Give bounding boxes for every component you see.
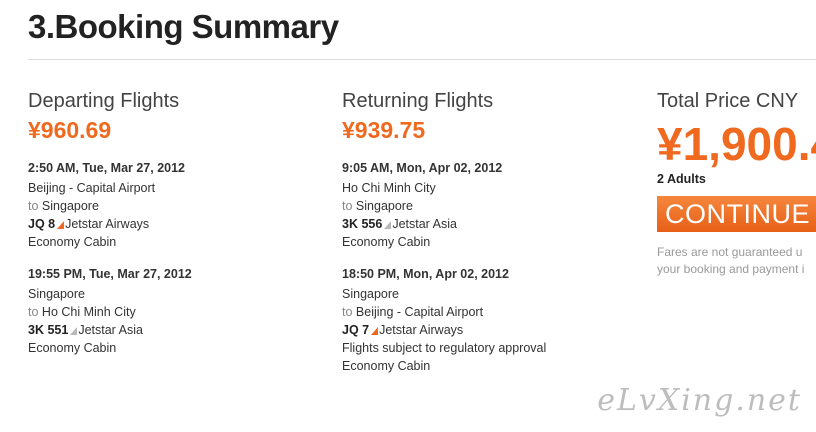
segment-flight-row: 3K 556 Jetstar Asia: [342, 215, 642, 233]
cabin-class: Economy Cabin: [342, 235, 431, 249]
divider: [28, 59, 816, 60]
segment-destination: Ho Chi Minh City: [41, 305, 136, 319]
departing-heading: Departing Flights: [28, 90, 180, 112]
segment-origin: Singapore: [342, 287, 399, 301]
continue-button[interactable]: CONTINUE: [657, 196, 816, 232]
regulatory-note: Flights subject to regulatory approval: [342, 341, 547, 355]
page-title: 3.Booking Summary: [28, 8, 339, 45]
segment-destination-row: to Singapore: [342, 197, 642, 215]
segment-flight-row: JQ 7 Jetstar Airways: [342, 321, 642, 339]
flight-segment: 18:50 PM, Mon, Apr 02, 2012 Singapore to…: [342, 265, 642, 375]
segment-flight-row: JQ 8 Jetstar Airways: [28, 215, 328, 233]
flight-number: 3K 551: [28, 323, 69, 337]
segment-datetime: 2:50 AM, Tue, Mar 27, 2012: [28, 161, 186, 175]
returning-price: ¥939.75: [342, 117, 426, 143]
watermark: eLvXing.net: [597, 383, 802, 418]
to-label: to: [342, 199, 353, 213]
total-price: ¥1,900.4: [657, 118, 816, 170]
to-label: to: [28, 199, 39, 213]
to-label: to: [28, 305, 39, 319]
jetstar-airways-logo-icon: [57, 220, 65, 229]
flight-segment: 9:05 AM, Mon, Apr 02, 2012 Ho Chi Minh C…: [342, 159, 642, 251]
segment-origin: Ho Chi Minh City: [342, 181, 436, 195]
cabin-class: Economy Cabin: [28, 341, 117, 355]
passenger-count: 2 Adults: [657, 172, 706, 186]
cabin-class: Economy Cabin: [342, 359, 431, 373]
airline-name: Jetstar Airways: [379, 323, 464, 337]
flight-number: JQ 7: [342, 323, 370, 337]
segment-origin: Beijing - Capital Airport: [28, 181, 156, 195]
fares-disclaimer-line: Fares are not guaranteed u: [657, 245, 803, 259]
total-price-column: Total Price CNY ¥1,900.4 2 Adults CONTIN…: [657, 88, 816, 278]
flight-segment: 2:50 AM, Tue, Mar 27, 2012 Beijing - Cap…: [28, 159, 328, 251]
flight-number: 3K 556: [342, 217, 383, 231]
flight-segment: 19:55 PM, Tue, Mar 27, 2012 Singapore to…: [28, 265, 328, 357]
departing-flights-column: Departing Flights ¥960.69 2:50 AM, Tue, …: [28, 88, 328, 357]
segment-destination: Singapore: [355, 199, 413, 213]
segment-origin: Singapore: [28, 287, 85, 301]
segment-destination-row: to Ho Chi Minh City: [28, 303, 328, 321]
jetstar-airways-logo-icon: [371, 326, 379, 335]
jetstar-asia-logo-icon: [384, 220, 392, 229]
cabin-class: Economy Cabin: [28, 235, 117, 249]
fares-disclaimer-line: your booking and payment i: [657, 262, 805, 276]
returning-flights-column: Returning Flights ¥939.75 9:05 AM, Mon, …: [342, 88, 642, 375]
segment-flight-row: 3K 551 Jetstar Asia: [28, 321, 328, 339]
segment-destination: Singapore: [41, 199, 99, 213]
total-heading: Total Price CNY: [657, 90, 799, 112]
flight-number: JQ 8: [28, 217, 56, 231]
segment-destination: Beijing - Capital Airport: [355, 305, 484, 319]
segment-destination-row: to Beijing - Capital Airport: [342, 303, 642, 321]
airline-name: Jetstar Airways: [65, 217, 150, 231]
jetstar-asia-logo-icon: [70, 326, 78, 335]
segment-destination-row: to Singapore: [28, 197, 328, 215]
returning-heading: Returning Flights: [342, 90, 494, 112]
airline-name: Jetstar Asia: [392, 217, 457, 231]
airline-name: Jetstar Asia: [78, 323, 143, 337]
segment-datetime: 9:05 AM, Mon, Apr 02, 2012: [342, 161, 503, 175]
fares-disclaimer: Fares are not guaranteed u your booking …: [657, 244, 816, 278]
departing-price: ¥960.69: [28, 117, 112, 143]
segment-datetime: 18:50 PM, Mon, Apr 02, 2012: [342, 267, 509, 281]
segment-datetime: 19:55 PM, Tue, Mar 27, 2012: [28, 267, 192, 281]
to-label: to: [342, 305, 353, 319]
